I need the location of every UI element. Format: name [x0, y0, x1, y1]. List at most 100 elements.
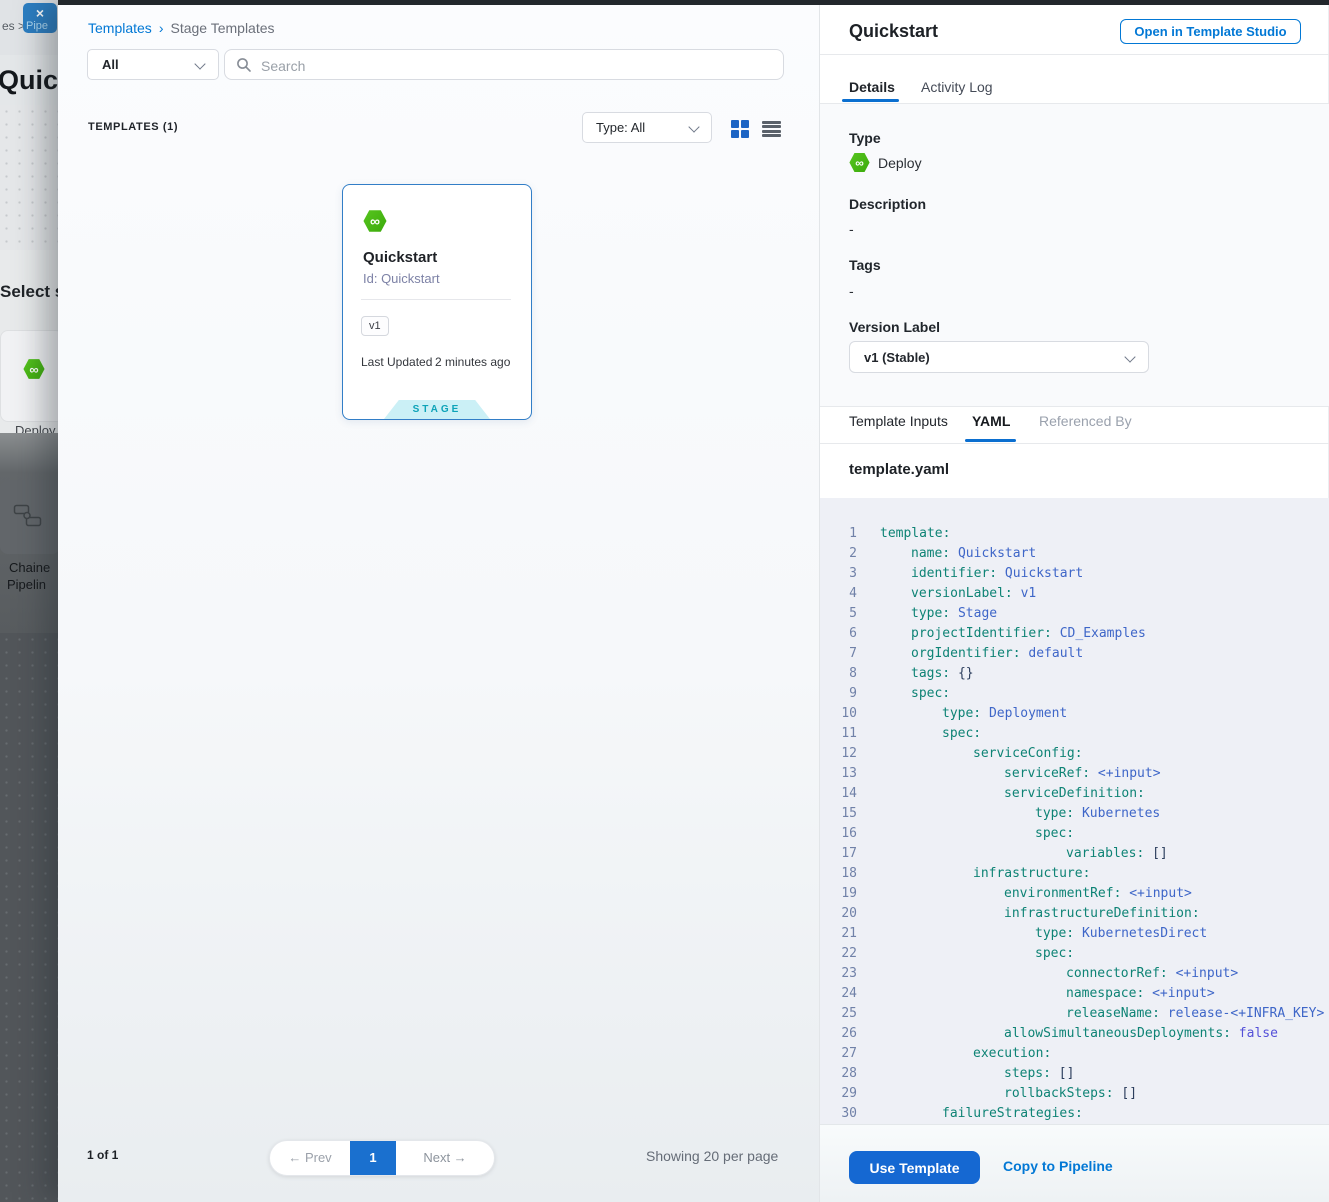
divider [361, 299, 511, 300]
tab-template-inputs[interactable]: Template Inputs [849, 413, 948, 429]
yaml-line: 27execution: [820, 1044, 1329, 1064]
pagination-per-page-label: Showing 20 per page [646, 1148, 778, 1164]
yaml-line: 14serviceDefinition: [820, 784, 1329, 804]
templates-count-label: TEMPLATES (1) [88, 121, 178, 133]
background-page-title: Quicks [0, 65, 58, 96]
tags-label: Tags [849, 257, 881, 273]
yaml-line: 13serviceRef: <+input> [820, 764, 1329, 784]
background-breadcrumb: es > [2, 19, 25, 33]
tab-referenced-by[interactable]: Referenced By [1039, 413, 1132, 429]
chained-pipeline-card [0, 480, 58, 554]
divider [820, 443, 1329, 444]
yaml-line: 12serviceConfig: [820, 744, 1329, 764]
breadcrumb: Templates › Stage Templates [88, 20, 275, 36]
list-view-icon[interactable] [762, 121, 781, 137]
yaml-line: 21type: KubernetesDirect [820, 924, 1329, 944]
background-breadcrumb-item: Pipe [26, 20, 48, 32]
background-dark-canvas [0, 633, 58, 1202]
yaml-line: 30failureStrategies: [820, 1104, 1329, 1124]
type-label: Type [849, 130, 881, 146]
grid-view-icon[interactable] [731, 120, 749, 138]
copy-to-pipeline-link[interactable]: Copy to Pipeline [1003, 1158, 1113, 1174]
deploy-stage-card-label: Deploy [15, 423, 55, 433]
deploy-icon: ∞ [23, 358, 45, 380]
yaml-line: 1template: [820, 524, 1329, 544]
active-tab-underline [842, 99, 899, 102]
scope-filter-select[interactable]: All [87, 49, 219, 80]
close-icon: × [23, 6, 57, 20]
yaml-line: 18infrastructure: [820, 864, 1329, 884]
breadcrumb-current: Stage Templates [170, 20, 274, 36]
top-dark-strip [58, 0, 1329, 5]
background-header: es > × Pipe [0, 0, 58, 56]
type-filter-value: Type: All [596, 113, 645, 143]
tab-activity-log[interactable]: Activity Log [921, 79, 993, 95]
type-filter-select[interactable]: Type: All [582, 112, 712, 143]
yaml-line: 17variables: [] [820, 844, 1329, 864]
chevron-down-icon [1124, 351, 1135, 362]
open-in-template-studio-button[interactable]: Open in Template Studio [1120, 19, 1301, 44]
type-value: Deploy [878, 155, 922, 171]
description-label: Description [849, 196, 926, 212]
yaml-file-name: template.yaml [849, 461, 949, 478]
yaml-line: 7orgIdentifier: default [820, 644, 1329, 664]
yaml-line: 23connectorRef: <+input> [820, 964, 1329, 984]
pagination: ← Prev 1 Next → [269, 1140, 495, 1176]
yaml-line: 20infrastructureDefinition: [820, 904, 1329, 924]
version-select-value: v1 (Stable) [864, 342, 930, 373]
pagination-prev-button[interactable]: ← Prev [270, 1141, 350, 1175]
background-page-strip: es > × Pipe Quicks Depl Select s ∞ Deplo… [0, 0, 58, 1202]
yaml-line: 10type: Deployment [820, 704, 1329, 724]
background-dimmed-section: Chaine Pipelin [0, 433, 58, 633]
panel-title: Quickstart [849, 21, 938, 42]
pagination-next-button[interactable]: Next → [396, 1141, 494, 1175]
select-stage-heading: Select s [0, 282, 58, 302]
search-icon [236, 57, 252, 73]
tab-yaml[interactable]: YAML [972, 413, 1010, 429]
pagination-page-1[interactable]: 1 [350, 1141, 396, 1175]
yaml-line: 26allowSimultaneousDeployments: false [820, 1024, 1329, 1044]
drawer-close-button[interactable]: × Pipe [23, 3, 57, 33]
tags-value: - [849, 283, 854, 299]
template-card-id: Id: Quickstart [363, 271, 440, 286]
version-select[interactable]: v1 (Stable) [849, 341, 1149, 373]
yaml-line: 8tags: {} [820, 664, 1329, 684]
chained-pipeline-icon [13, 504, 43, 528]
background-title-section: Quicks [0, 55, 58, 105]
use-template-button[interactable]: Use Template [849, 1151, 980, 1184]
yaml-line: 16spec: [820, 824, 1329, 844]
chained-pipeline-label: Chaine [9, 560, 50, 575]
template-card-name: Quickstart [363, 249, 437, 266]
yaml-code: 1template:2name: Quickstart3identifier: … [820, 498, 1329, 1124]
yaml-line: 25releaseName: release-<+INFRA_KEY> [820, 1004, 1329, 1024]
chevron-down-icon [688, 121, 699, 132]
chained-pipeline-label: Pipelin [7, 577, 46, 592]
deploy-icon: ∞ [363, 209, 387, 233]
deploy-stage-card: ∞ [0, 330, 58, 422]
breadcrumb-separator-icon: › [159, 20, 164, 36]
yaml-line: 15type: Kubernetes [820, 804, 1329, 824]
background-select-stage-section: Select s ∞ Deploy [0, 250, 58, 433]
search-box [224, 49, 784, 80]
yaml-line: 6projectIdentifier: CD_Examples [820, 624, 1329, 644]
version-label: Version Label [849, 319, 940, 335]
last-updated-label: Last Updated [361, 355, 432, 369]
pagination-summary: 1 of 1 [87, 1148, 118, 1162]
template-details-panel: Quickstart Open in Template Studio Detai… [819, 0, 1329, 1202]
yaml-line: 9spec: [820, 684, 1329, 704]
yaml-line: 19environmentRef: <+input> [820, 884, 1329, 904]
page: es > × Pipe Quicks Depl Select s ∞ Deplo… [0, 0, 1329, 1202]
templates-drawer: Templates › Stage Templates All TEMPLATES … [58, 0, 819, 1202]
yaml-line: 11spec: [820, 724, 1329, 744]
breadcrumb-templates-link[interactable]: Templates [88, 20, 152, 36]
active-tab-underline [965, 439, 1016, 442]
template-card-quickstart[interactable]: ∞ Quickstart Id: Quickstart v1 Last Upda… [342, 184, 532, 420]
yaml-line: 5type: Stage [820, 604, 1329, 624]
yaml-line: 22spec: [820, 944, 1329, 964]
search-input[interactable] [259, 51, 773, 80]
last-updated-value: 2 minutes ago [435, 355, 510, 369]
yaml-line: 29rollbackSteps: [] [820, 1084, 1329, 1104]
panel-footer: Use Template Copy to Pipeline [820, 1124, 1329, 1202]
scope-filter-value: All [102, 50, 119, 80]
tab-details[interactable]: Details [849, 79, 895, 95]
